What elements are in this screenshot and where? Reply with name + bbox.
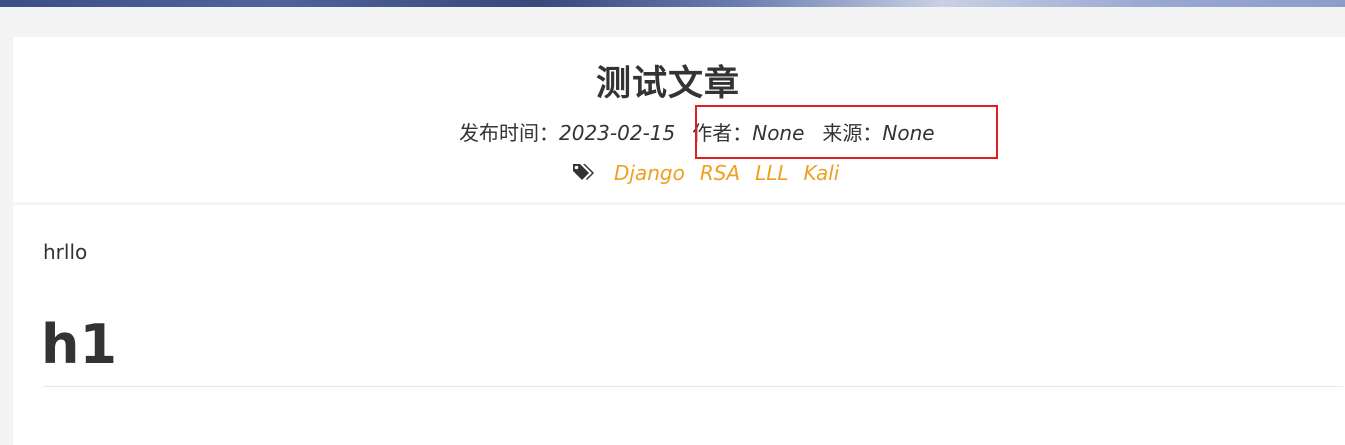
heading-divider bbox=[43, 386, 1343, 387]
tag-rsa[interactable]: RSA bbox=[700, 161, 740, 185]
tag-lll[interactable]: LLL bbox=[755, 161, 788, 185]
tag-list: Django RSA LLL Kali bbox=[572, 161, 854, 185]
tag-django[interactable]: Django bbox=[614, 161, 685, 185]
article-body-card: hrllo h1 bbox=[13, 205, 1345, 445]
article-title: 测试文章 bbox=[595, 64, 740, 104]
content-heading: h1 bbox=[41, 313, 118, 376]
tag-kali[interactable]: Kali bbox=[804, 161, 840, 185]
publish-date: 2023-02-15 bbox=[559, 121, 676, 145]
top-banner-strip bbox=[0, 0, 1345, 7]
article-header-card: 测试文章 发布时间：2023-02-15 作者：None 来源：None Djang… bbox=[13, 37, 1345, 202]
tags-icon bbox=[573, 164, 594, 180]
content-paragraph: hrllo bbox=[43, 240, 88, 264]
annotation-highlight-box bbox=[695, 105, 998, 159]
publish-label: 发布时间： bbox=[459, 121, 559, 145]
